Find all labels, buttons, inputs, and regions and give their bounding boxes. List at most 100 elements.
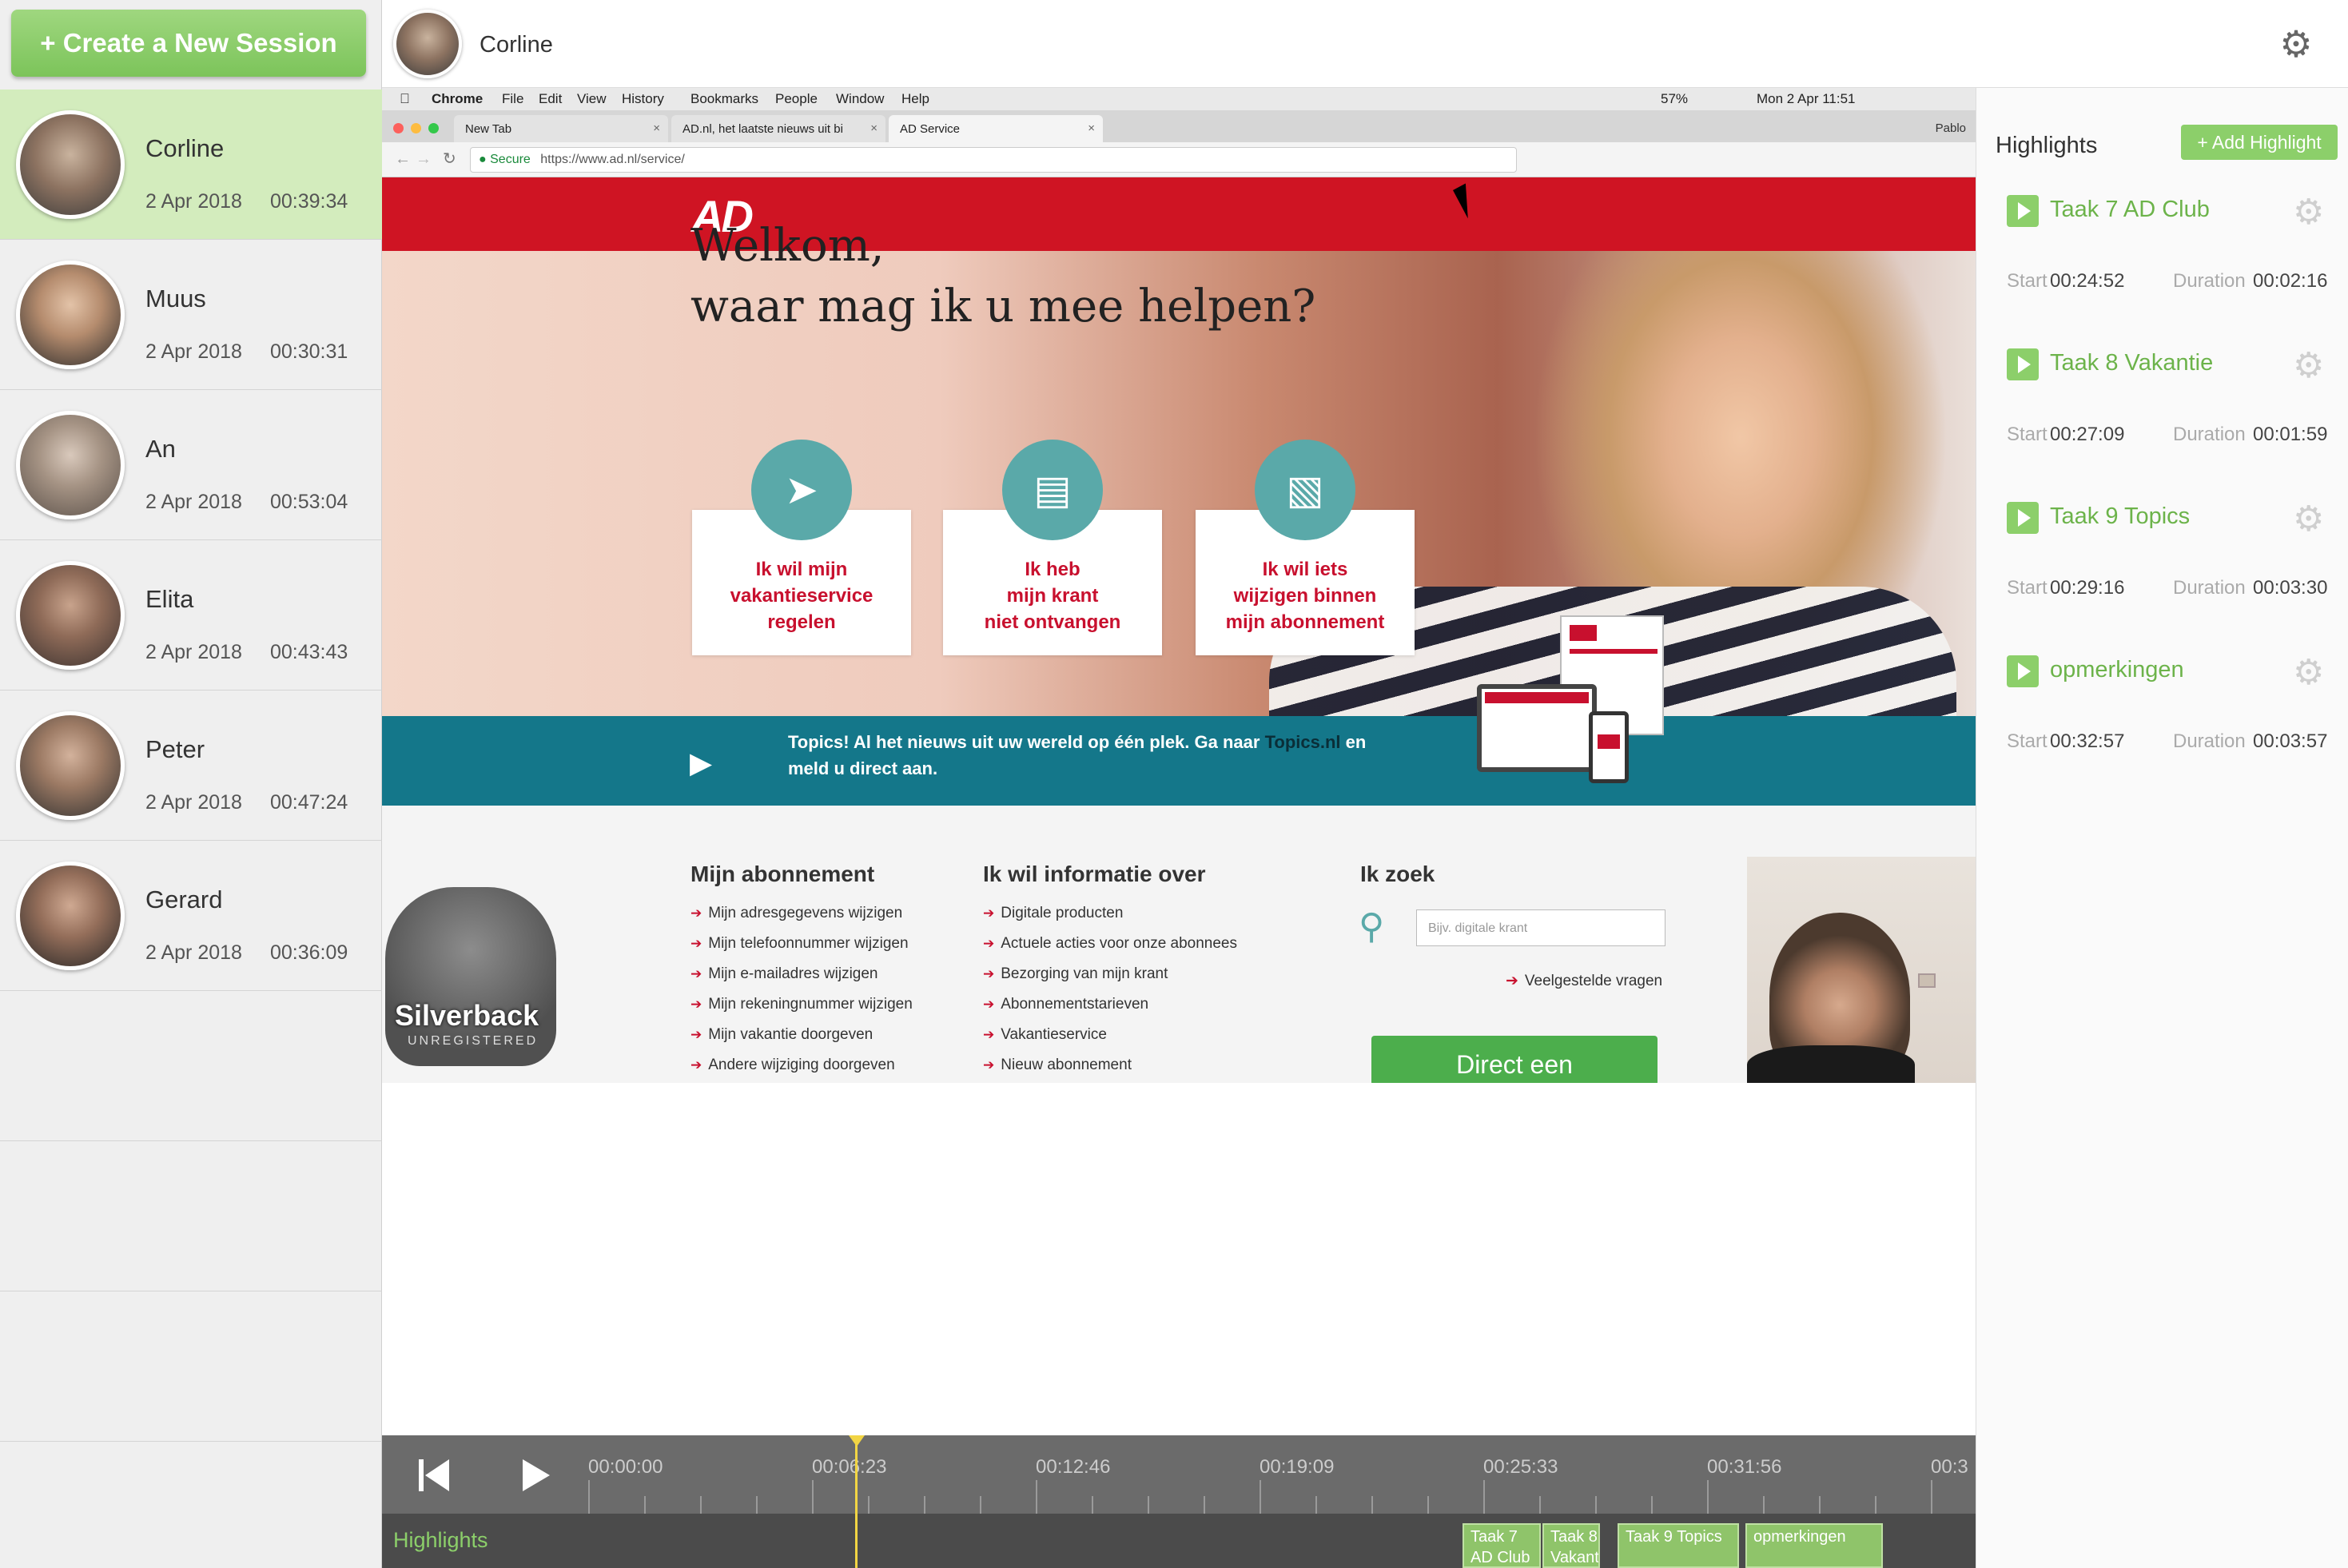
add-highlight-button[interactable]: + Add Highlight: [2181, 125, 2338, 160]
time-label: 00:19:09: [1260, 1456, 1335, 1478]
lock-icon: ●: [479, 153, 487, 166]
browser-tab: AD.nl, het laatste nieuws uit bi ×: [671, 115, 885, 142]
play-icon[interactable]: [2007, 502, 2039, 534]
timeline-tick: [924, 1496, 925, 1514]
empty-row: [0, 1291, 382, 1442]
playhead[interactable]: [855, 1439, 858, 1568]
session-sidebar: + Create a New Session Corline 2 Apr 201…: [0, 0, 382, 1568]
menu-item: File: [502, 91, 524, 106]
apple-icon: : [400, 91, 410, 107]
session-date: 2 Apr 2018: [145, 190, 242, 213]
service-link: Nieuw abonnement: [983, 1057, 1132, 1074]
session-date: 2 Apr 2018: [145, 641, 242, 663]
time-label: 00:12:46: [1036, 1456, 1111, 1478]
timeline-highlight[interactable]: Taak 7 AD Club: [1463, 1523, 1541, 1568]
browser-profile: Pablo: [1935, 121, 1966, 135]
session-name: An: [145, 435, 176, 463]
play-button-icon[interactable]: [523, 1459, 550, 1491]
highlight-name[interactable]: Taak 7 AD Club: [2050, 197, 2210, 223]
play-icon[interactable]: [2007, 655, 2039, 687]
timeline-tick: [1875, 1496, 1876, 1514]
service-link: Vakantieservice: [983, 1026, 1107, 1044]
service-link: Actuele acties voor onze abonnees: [983, 935, 1237, 953]
participant-body: [1747, 1045, 1915, 1083]
session-item[interactable]: Gerard 2 Apr 2018 00:36:09: [0, 841, 382, 991]
session-date: 2 Apr 2018: [145, 340, 242, 363]
faq-link: Veelgestelde vragen: [1506, 972, 1662, 990]
timeline-tick: [812, 1480, 814, 1514]
timeline-tick: [1315, 1496, 1317, 1514]
timeline-tick: [980, 1496, 981, 1514]
column-title: Ik zoek: [1360, 862, 1435, 886]
create-session-button[interactable]: + Create a New Session: [11, 10, 366, 77]
gear-icon[interactable]: ⚙: [2278, 26, 2314, 62]
webcam-overlay: [1747, 857, 1976, 1083]
column-title: Ik wil informatie over: [983, 862, 1206, 886]
session-name: Muus: [145, 285, 206, 312]
highlight-duration: 00:03:57: [2253, 730, 2328, 752]
gear-icon[interactable]: ⚙: [2293, 502, 2324, 537]
session-name: Gerard: [145, 885, 223, 913]
time-label: 00:3: [1931, 1456, 1968, 1478]
timeline-tick: [1819, 1496, 1821, 1514]
service-link: Digitale producten: [983, 905, 1123, 922]
session-name: Corline: [145, 134, 225, 162]
timeline-tick: [1204, 1496, 1205, 1514]
gear-icon[interactable]: ⚙: [2293, 348, 2324, 384]
session-item[interactable]: Elita 2 Apr 2018 00:43:43: [0, 540, 382, 690]
timeline-highlight[interactable]: opmerkingen: [1745, 1523, 1883, 1568]
timeline-tick: [1539, 1496, 1541, 1514]
timeline-tick: [1036, 1480, 1037, 1514]
monitor-icon: ▧: [1255, 440, 1355, 540]
search-icon: ⚲: [1359, 907, 1385, 946]
highlights-track-label: Highlights: [393, 1528, 488, 1552]
highlight-item: Taak 9 Topics ⚙ Start 00:29:16 Duration …: [1976, 491, 2348, 644]
highlight-start: 00:24:52: [2050, 270, 2125, 292]
highlight-start: 00:27:09: [2050, 424, 2125, 445]
avatar: [16, 110, 125, 219]
forward-icon: →: [416, 150, 432, 168]
time-label: 00:25:33: [1483, 1456, 1558, 1478]
video-player[interactable]:  Chrome File Edit View History Bookmark…: [382, 88, 1976, 1083]
gear-icon[interactable]: ⚙: [2293, 655, 2324, 690]
session-duration: 00:39:34: [270, 190, 348, 213]
timeline-highlight[interactable]: Taak 9 Topics: [1618, 1523, 1739, 1568]
empty-row: [0, 991, 382, 1141]
recorded-screen:  Chrome File Edit View History Bookmark…: [382, 88, 1976, 1083]
session-name: Elita: [145, 585, 194, 613]
service-link: Mijn vakantie doorgeven: [690, 1026, 873, 1044]
highlights-panel: Highlights + Add Highlight Taak 7 AD Clu…: [1976, 88, 2348, 1568]
timeline-tick: [588, 1480, 590, 1514]
timeline-tick: [1707, 1480, 1709, 1514]
timeline[interactable]: 00:00:00 00:06:23 00:12:46 00:19:09 00:2…: [382, 1435, 1976, 1568]
service-link: Mijn telefoonnummer wijzigen: [690, 935, 908, 953]
session-item[interactable]: Muus 2 Apr 2018 00:30:31: [0, 240, 382, 390]
session-item[interactable]: Peter 2 Apr 2018 00:47:24: [0, 690, 382, 841]
timeline-ruler[interactable]: 00:00:00 00:06:23 00:12:46 00:19:09 00:2…: [382, 1435, 1976, 1514]
highlight-name[interactable]: Taak 8 Vakantie: [2050, 350, 2213, 376]
timeline-tick: [1260, 1480, 1261, 1514]
watermark-text: Silverback: [395, 999, 539, 1032]
timeline-tick: [700, 1496, 702, 1514]
session-item[interactable]: An 2 Apr 2018 00:53:04: [0, 390, 382, 540]
timeline-highlight[interactable]: Taak 8 Vakant: [1542, 1523, 1600, 1568]
highlight-duration: 00:03:30: [2253, 577, 2328, 599]
session-date: 2 Apr 2018: [145, 941, 242, 964]
url-text: https://www.ad.nl/service/: [540, 153, 685, 166]
gear-icon[interactable]: ⚙: [2293, 195, 2324, 230]
highlight-name[interactable]: opmerkingen: [2050, 657, 2184, 683]
start-label: Start: [2007, 424, 2048, 445]
highlight-name[interactable]: Taak 9 Topics: [2050, 503, 2190, 530]
search-input: Bijv. digitale krant: [1416, 909, 1665, 946]
skip-to-start-icon[interactable]: [419, 1459, 451, 1491]
play-icon[interactable]: [2007, 195, 2039, 227]
browser-tab: New Tab ×: [454, 115, 668, 142]
paper-plane-icon: ➤: [751, 440, 852, 540]
zoom-window-icon: [428, 123, 439, 133]
secure-label: Secure: [490, 153, 531, 166]
service-link: Mijn adresgegevens wijzigen: [690, 905, 902, 922]
session-item[interactable]: Corline 2 Apr 2018 00:39:34: [0, 90, 382, 240]
play-icon[interactable]: [2007, 348, 2039, 380]
minimize-window-icon: [411, 123, 421, 133]
timeline-tick: [1483, 1480, 1485, 1514]
